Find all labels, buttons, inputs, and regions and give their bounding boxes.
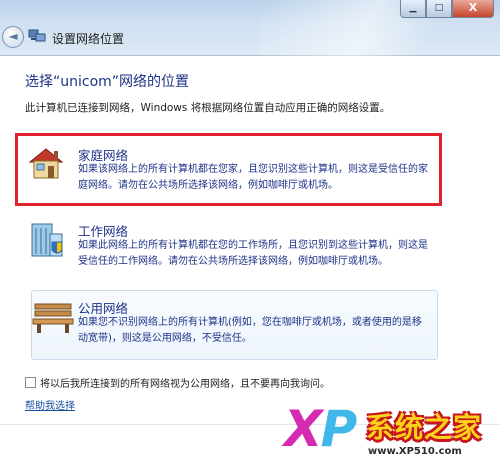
- network-icon: [28, 29, 46, 42]
- checkbox-label: 将以后我所连接到的所有网络视为公用网络，且不要再向我询问。: [40, 379, 330, 390]
- public-default-checkbox[interactable]: [25, 377, 36, 388]
- title-bar: ▁ □ X ◄ 设置网络位置: [0, 0, 500, 56]
- watermark-url: www.XP510.com: [368, 446, 462, 457]
- option-home-network[interactable]: 家庭网络 如果该网络上的所有计算机都在您家，且您识别这些计算机，则这是受信任的家…: [25, 141, 435, 201]
- option-work-network[interactable]: 工作网络 如果此网络上的所有计算机都在您的工作场所，且您识别到这些计算机，则这是…: [25, 217, 435, 277]
- option-public-network[interactable]: 公用网络 如果您不识别网络上的所有计算机(例如，您在咖啡厅或机场，或者使用的是移…: [25, 295, 435, 355]
- window-controls: ▁ □ X: [400, 0, 494, 18]
- option-description: 如果该网络上的所有计算机都在您家，且您识别这些计算机，则这是受信任的家庭网络。请…: [78, 164, 428, 191]
- option-description: 如果此网络上的所有计算机都在您的工作场所，且您识别到这些计算机，则这是受信任的工…: [78, 240, 428, 267]
- close-button[interactable]: X: [452, 0, 494, 18]
- option-description: 如果您不识别网络上的所有计算机(例如，您在咖啡厅或机场，或者使用的是移动宽带)，…: [78, 317, 422, 344]
- help-me-choose-link[interactable]: 帮助我选择: [25, 397, 75, 412]
- site-watermark-logo: XP 系统之家 www.XP510.com: [284, 400, 500, 465]
- back-arrow-icon[interactable]: ◄: [2, 26, 24, 48]
- intro-text: 此计算机已连接到网络，Windows 将根据网络位置自动应用正确的网络设置。: [25, 102, 391, 114]
- park-bench-icon: [32, 303, 74, 333]
- minimize-button[interactable]: ▁: [400, 0, 426, 18]
- page-title: 选择“unicom”网络的位置: [25, 74, 190, 90]
- window-title: 设置网络位置: [52, 32, 125, 46]
- house-icon: [28, 148, 64, 179]
- office-building-icon: [31, 223, 63, 257]
- watermark-site-name: 系统之家: [366, 411, 483, 444]
- watermark-xp-logo: XP: [284, 400, 357, 458]
- maximize-button[interactable]: □: [426, 0, 452, 18]
